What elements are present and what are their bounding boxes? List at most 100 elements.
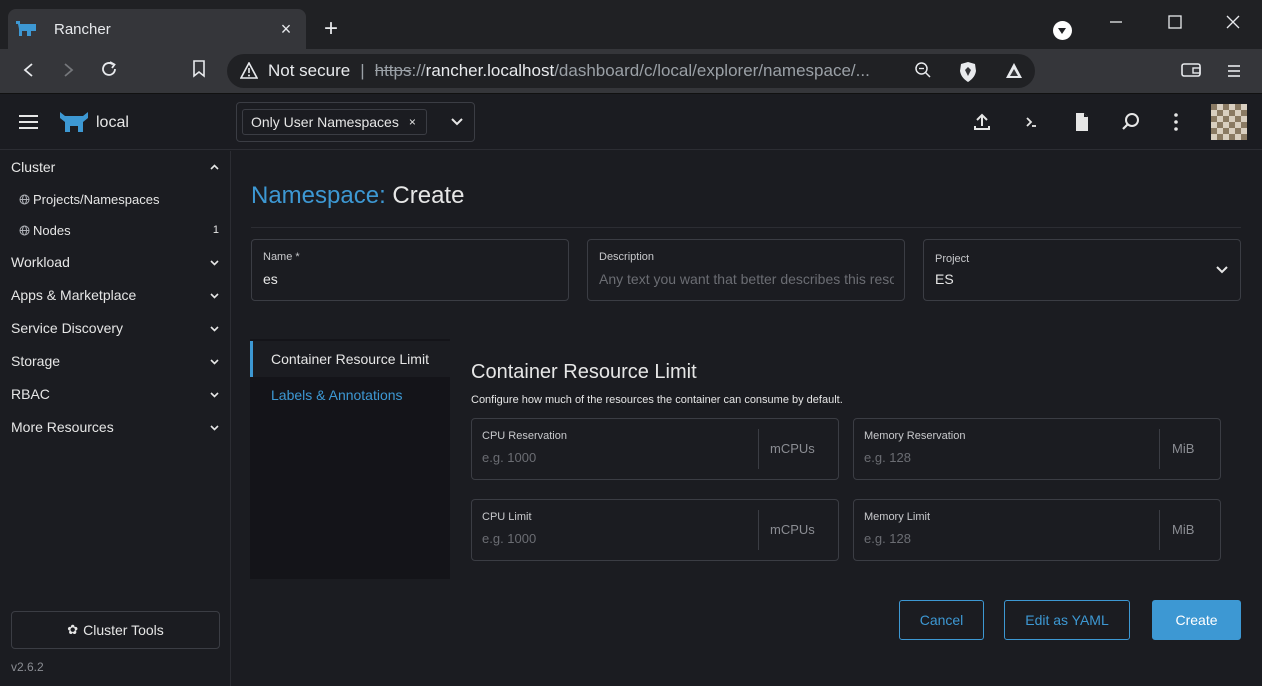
sidebar-item-label: Nodes <box>33 222 71 238</box>
url-host: rancher.localhost <box>425 61 555 80</box>
sidebar-group-label: Cluster <box>11 159 56 175</box>
chevron-down-icon <box>210 293 219 299</box>
sidebar-group-workload[interactable]: Workload <box>0 247 231 277</box>
sidebar-group-label: Storage <box>11 353 61 369</box>
close-tab-icon[interactable]: × <box>274 19 298 40</box>
project-label: Project <box>935 253 970 265</box>
chevron-down-icon <box>210 260 219 266</box>
description-input[interactable]: Any text you want that better describes … <box>599 271 894 287</box>
memory-limit-unit: MiB <box>1172 522 1195 537</box>
cpu-limit-unit: mCPUs <box>770 522 815 537</box>
side-tabs: Container Resource Limit Labels & Annota… <box>250 339 450 579</box>
security-status: Not secure <box>268 61 351 80</box>
page-title: Namespace: Create <box>251 182 464 210</box>
user-avatar[interactable] <box>1211 104 1247 140</box>
wallet-icon[interactable] <box>1176 57 1206 87</box>
cpu-limit-input[interactable]: e.g. 1000 <box>482 531 536 546</box>
name-input[interactable]: es <box>263 271 278 287</box>
chip-label: Only User Namespaces <box>251 114 399 130</box>
cpu-reservation-label: CPU Reservation <box>482 430 567 442</box>
cpu-reservation-input[interactable]: e.g. 1000 <box>482 450 536 465</box>
namespace-filter[interactable]: Only User Namespaces × <box>236 102 475 142</box>
tab-search-icon[interactable] <box>1053 21 1072 40</box>
sidebar-group-label: Service Discovery <box>11 320 124 336</box>
browser-tab-rancher[interactable]: Rancher × <box>8 9 306 49</box>
cpu-reservation-unit: mCPUs <box>770 441 815 456</box>
memory-limit-input[interactable]: e.g. 128 <box>864 531 911 546</box>
unit-divider <box>758 429 759 469</box>
tab-labels-annotations[interactable]: Labels & Annotations <box>250 377 450 413</box>
remove-chip-icon[interactable]: × <box>409 115 416 129</box>
sidebar-item-projects-namespaces[interactable]: Projects/Namespaces <box>0 185 231 213</box>
gear-icon: ✿ <box>67 622 79 637</box>
sidebar-item-nodes[interactable]: Nodes 1 <box>0 216 231 244</box>
tab-title: Rancher <box>54 20 111 38</box>
sidebar-group-apps-marketplace[interactable]: Apps & Marketplace <box>0 280 231 310</box>
sidebar-group-storage[interactable]: Storage <box>0 346 231 376</box>
edit-as-yaml-button[interactable]: Edit as YAML <box>1004 600 1130 640</box>
tab-container-resource-limit[interactable]: Container Resource Limit <box>250 341 450 377</box>
memory-limit-field[interactable]: Memory Limit e.g. 128 MiB <box>853 499 1221 561</box>
reload-icon[interactable] <box>94 57 124 87</box>
memory-reservation-input[interactable]: e.g. 128 <box>864 450 911 465</box>
brave-shield-icon[interactable] <box>957 61 979 83</box>
sidebar-group-rbac[interactable]: RBAC <box>0 379 231 409</box>
url-scheme: https <box>374 61 412 80</box>
sidebar: Cluster Projects/Namespaces Nodes 1 Work… <box>0 151 231 686</box>
chevron-down-icon <box>210 392 219 398</box>
zoom-icon[interactable] <box>912 61 934 83</box>
sidebar-group-cluster[interactable]: Cluster <box>0 152 231 182</box>
memory-reservation-field[interactable]: Memory Reservation e.g. 128 MiB <box>853 418 1221 480</box>
cpu-reservation-field[interactable]: CPU Reservation e.g. 1000 mCPUs <box>471 418 839 480</box>
name-label: Name * <box>263 251 300 263</box>
sidebar-group-more-resources[interactable]: More Resources <box>0 412 231 442</box>
description-field[interactable]: Description Any text you want that bette… <box>587 239 905 301</box>
project-select[interactable]: Project ES <box>923 239 1241 301</box>
import-yaml-icon[interactable] <box>971 112 993 134</box>
version-label[interactable]: v2.6.2 <box>11 660 44 674</box>
brave-rewards-icon[interactable] <box>1003 61 1025 83</box>
rancher-favicon-icon <box>16 21 36 36</box>
sidebar-item-label: Projects/Namespaces <box>33 191 160 207</box>
url-text: https://rancher.localhost/dashboard/c/lo… <box>375 61 910 81</box>
chevron-down-icon[interactable] <box>1215 263 1229 277</box>
back-icon[interactable] <box>14 57 44 87</box>
chevron-up-icon <box>210 164 219 170</box>
name-label-text: Name <box>263 251 293 263</box>
globe-icon <box>19 194 30 204</box>
nodes-count: 1 <box>212 224 219 236</box>
create-button[interactable]: Create <box>1152 600 1241 640</box>
resource-limit-section: Container Resource Limit Configure how m… <box>450 339 1241 579</box>
close-window-icon[interactable] <box>1218 8 1248 38</box>
sidebar-group-service-discovery[interactable]: Service Discovery <box>0 313 231 343</box>
bookmark-icon[interactable] <box>184 57 214 87</box>
cpu-limit-field[interactable]: CPU Limit e.g. 1000 mCPUs <box>471 499 839 561</box>
address-bar[interactable]: Not secure | https://rancher.localhost/d… <box>227 54 1035 88</box>
menu-icon[interactable] <box>19 115 38 129</box>
required-mark: * <box>295 251 300 263</box>
forward-icon[interactable] <box>53 57 83 87</box>
page-title-text: Create <box>392 182 465 209</box>
minimize-icon[interactable] <box>1101 8 1131 38</box>
cluster-tools-button[interactable]: ✿ Cluster Tools <box>11 611 220 649</box>
kubectl-shell-icon[interactable] <box>1020 112 1042 134</box>
new-tab-button[interactable]: + <box>318 16 344 42</box>
maximize-icon[interactable] <box>1160 8 1190 38</box>
more-actions-icon[interactable] <box>1165 112 1187 134</box>
main-content: Namespace: Create Name * es Description … <box>232 151 1262 686</box>
namespace-filter-chip: Only User Namespaces × <box>242 109 427 135</box>
cluster-name[interactable]: local <box>96 114 129 132</box>
tab-label: Container Resource Limit <box>271 351 429 367</box>
cancel-button[interactable]: Cancel <box>899 600 984 640</box>
url-path: /dashboard/c/local/explorer/namespace/..… <box>554 61 870 80</box>
name-field[interactable]: Name * es <box>251 239 569 301</box>
search-icon[interactable] <box>1120 112 1142 134</box>
browser-menu-icon[interactable] <box>1219 57 1249 87</box>
breadcrumb[interactable]: Namespace: <box>251 182 386 209</box>
browser-toolbar: Not secure | https://rancher.localhost/d… <box>0 49 1262 94</box>
chevron-down-icon[interactable] <box>450 115 464 129</box>
section-description: Configure how much of the resources the … <box>471 394 843 406</box>
description-label: Description <box>599 251 655 263</box>
unit-divider <box>1159 510 1160 550</box>
kubeconfig-file-icon[interactable] <box>1071 112 1093 134</box>
